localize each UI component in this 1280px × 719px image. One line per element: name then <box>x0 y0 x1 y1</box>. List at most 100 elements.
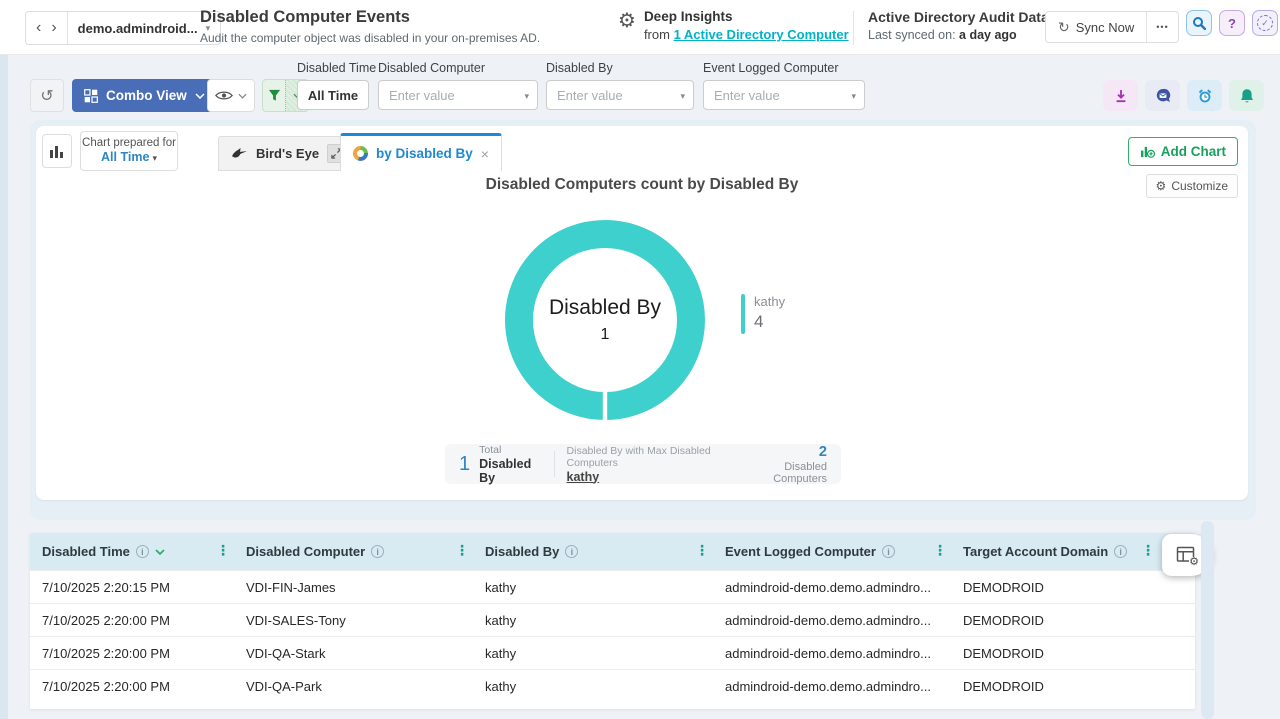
table-row[interactable]: 7/10/2025 2:20:00 PM VDI-SALES-Tony kath… <box>30 603 1195 636</box>
column-menu-icon[interactable]: ⋮ <box>695 542 709 559</box>
cell-disabled-time: 7/10/2025 2:20:15 PM <box>30 571 234 603</box>
cell-event-logged-computer: admindroid-demo.demo.admindro... <box>713 670 951 702</box>
view-selector-button[interactable]: Combo View <box>72 79 217 112</box>
tenant-selector[interactable]: demo.admindroid... ▾ <box>68 21 220 36</box>
chart-prepared-value: All Time <box>101 150 149 164</box>
summary-max-name-link[interactable]: kathy <box>567 470 740 484</box>
filter-label: Event Logged Computer <box>703 61 865 75</box>
column-header-disabled-computer[interactable]: Disabled Computer i ⋮ <box>234 533 473 570</box>
event-logged-computer-select[interactable]: ▾ <box>703 80 865 110</box>
visibility-button[interactable] <box>207 79 255 112</box>
cell-disabled-by: kathy <box>473 571 713 603</box>
sync-now-label: Sync Now <box>1076 20 1135 35</box>
search-icon <box>1192 16 1206 30</box>
forward-icon[interactable]: › <box>51 20 56 36</box>
summary-total-value: 1 <box>459 453 470 476</box>
disabled-computer-select[interactable]: ▾ <box>378 80 538 110</box>
tab-birds-eye[interactable]: Bird's Eye <box>218 136 359 171</box>
add-chart-button[interactable]: Add Chart <box>1128 137 1238 166</box>
table-row[interactable]: 7/10/2025 2:20:00 PM VDI-QA-Park kathy a… <box>30 669 1195 702</box>
table-header-row: Disabled Time i ⋮ Disabled Computer i ⋮ … <box>30 533 1195 570</box>
column-menu-icon[interactable]: ⋮ <box>455 542 469 559</box>
filter-label: Disabled By <box>546 61 694 75</box>
filter-main[interactable] <box>263 80 285 111</box>
info-icon[interactable]: i <box>371 545 384 558</box>
cell-disabled-time: 7/10/2025 2:20:00 PM <box>30 604 234 636</box>
donut-chart-icon <box>353 146 368 161</box>
time-range-button[interactable]: All Time <box>297 80 369 110</box>
summary-total-label: Disabled By <box>479 457 542 485</box>
chart-summary-bar: 1 Total Disabled By Disabled By with Max… <box>445 444 841 484</box>
header-divider <box>853 11 854 45</box>
tab-by-disabled-by[interactable]: by Disabled By × <box>340 133 502 171</box>
table-row[interactable]: 7/10/2025 2:20:00 PM VDI-QA-Stark kathy … <box>30 636 1195 669</box>
donut-ring <box>503 218 707 422</box>
info-icon[interactable]: i <box>136 545 149 558</box>
event-logged-computer-input[interactable] <box>704 81 864 109</box>
vertical-scrollbar[interactable] <box>1201 521 1214 719</box>
page-title: Disabled Computer Events <box>200 8 540 27</box>
tenant-name: demo.admindroid... <box>78 21 198 36</box>
table-row[interactable]: 7/10/2025 2:20:15 PM VDI-FIN-James kathy… <box>30 570 1195 603</box>
chevron-down-icon <box>195 93 205 99</box>
back-icon[interactable]: ‹ <box>36 20 41 36</box>
sort-desc-icon[interactable] <box>155 549 165 555</box>
column-header-disabled-time[interactable]: Disabled Time i ⋮ <box>30 533 234 570</box>
column-header-target-account-domain[interactable]: Target Account Domain i ⋮ <box>951 533 1195 570</box>
summary-max-value-label: Disabled Computers <box>740 461 827 485</box>
info-icon[interactable]: i <box>565 545 578 558</box>
info-icon[interactable]: i <box>1114 545 1127 558</box>
cell-target-account-domain: DEMODROID <box>951 604 1195 636</box>
chart-type-button[interactable] <box>42 134 72 168</box>
filter-disabled-by: Disabled By ▾ <box>546 61 694 110</box>
audit-data-title: Active Directory Audit Data <box>868 9 1049 25</box>
caret-down-icon: ▾ <box>680 91 685 102</box>
cell-disabled-computer: VDI-SALES-Tony <box>234 604 473 636</box>
column-menu-icon[interactable]: ⋮ <box>216 542 230 559</box>
last-synced-label: Last synced on: <box>868 28 959 42</box>
cell-target-account-domain: DEMODROID <box>951 637 1195 669</box>
feedback-button[interactable] <box>1145 80 1180 111</box>
column-label: Event Logged Computer <box>725 544 876 559</box>
schedule-alert-button[interactable] <box>1187 80 1222 111</box>
column-menu-icon[interactable]: ⋮ <box>933 542 947 559</box>
search-button[interactable] <box>1186 10 1212 36</box>
info-icon[interactable]: i <box>882 545 895 558</box>
column-header-disabled-by[interactable]: Disabled By i ⋮ <box>473 533 713 570</box>
filter-funnel-icon <box>268 89 281 102</box>
chart-time-range-button[interactable]: Chart prepared for All Time▾ <box>80 131 178 171</box>
disabled-by-input[interactable] <box>547 81 693 109</box>
gear-icon: ⚙ <box>1189 557 1199 568</box>
help-button[interactable]: ? <box>1219 10 1245 36</box>
left-edge-strip <box>0 55 8 719</box>
deep-insights-link[interactable]: 1 Active Directory Computer <box>674 27 849 42</box>
summary-right-block: 2 Disabled Computers <box>740 444 827 485</box>
history-button[interactable]: ↺ <box>30 79 64 112</box>
notifications-button[interactable] <box>1229 80 1264 111</box>
column-header-event-logged-computer[interactable]: Event Logged Computer i ⋮ <box>713 533 951 570</box>
sync-icon: ↻ <box>1058 19 1070 36</box>
export-button[interactable] <box>1103 80 1138 111</box>
legend-name: kathy <box>754 294 785 309</box>
cell-event-logged-computer: admindroid-demo.demo.admindro... <box>713 571 951 603</box>
summary-divider <box>554 451 555 477</box>
events-table: Disabled Time i ⋮ Disabled Computer i ⋮ … <box>30 533 1195 709</box>
disabled-computer-input[interactable] <box>379 81 537 109</box>
cell-disabled-computer: VDI-QA-Park <box>234 670 473 702</box>
sync-now-button[interactable]: ↻ Sync Now <box>1046 12 1146 42</box>
chart-legend[interactable]: kathy 4 <box>741 294 785 334</box>
scheduler-button[interactable]: ✓ <box>1252 10 1278 36</box>
bar-chart-icon <box>49 144 65 159</box>
close-tab-icon[interactable]: × <box>481 146 489 162</box>
page-subtitle: Audit the computer object was disabled i… <box>200 31 540 45</box>
bell-icon <box>1240 88 1254 104</box>
sync-more-button[interactable]: ••• <box>1146 12 1177 42</box>
chart-title: Disabled Computers count by Disabled By <box>36 176 1248 194</box>
add-chart-label: Add Chart <box>1161 144 1226 159</box>
cell-disabled-by: kathy <box>473 637 713 669</box>
filter-disabled-time: Disabled Time All Time <box>297 61 376 110</box>
chart-prepared-label: Chart prepared for <box>81 137 177 149</box>
disabled-by-select[interactable]: ▾ <box>546 80 694 110</box>
column-menu-icon[interactable]: ⋮ <box>1141 542 1155 559</box>
donut-chart[interactable]: Disabled By 1 <box>503 218 707 422</box>
